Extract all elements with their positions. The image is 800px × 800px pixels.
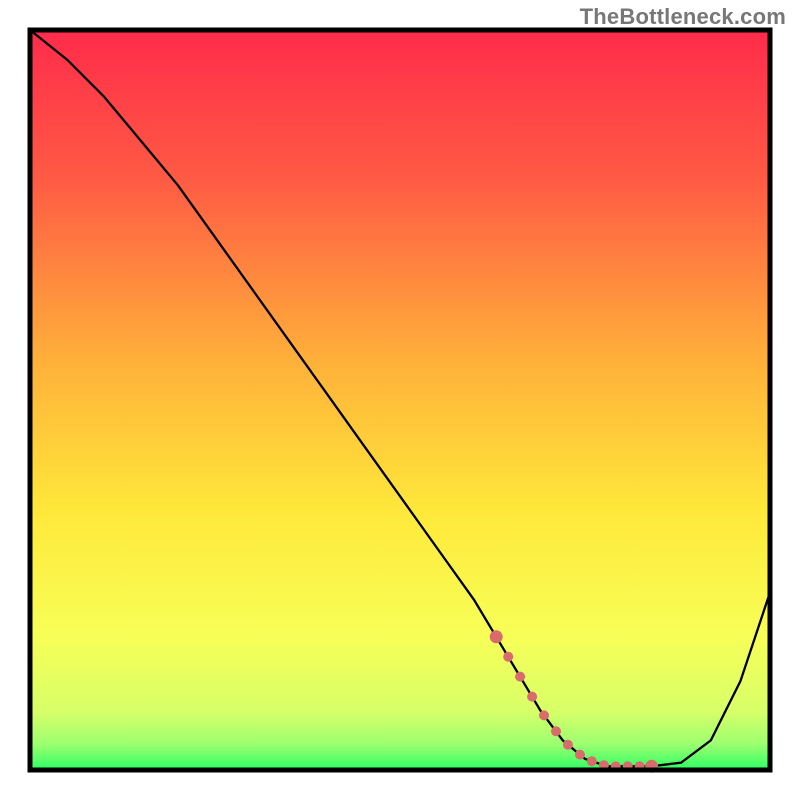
optimal-zone-dot [515, 672, 525, 682]
optimal-zone-dot [575, 750, 585, 760]
optimal-zone-dot [551, 726, 561, 736]
optimal-zone-dot [503, 652, 513, 662]
chart-frame: TheBottleneck.com [0, 0, 800, 800]
optimal-zone-dot [539, 710, 549, 720]
optimal-zone-dot [563, 740, 573, 750]
optimal-zone-dot [527, 692, 537, 702]
optimal-zone-dot [587, 756, 597, 766]
chart-svg [0, 0, 800, 800]
optimal-zone-dot [490, 630, 503, 643]
